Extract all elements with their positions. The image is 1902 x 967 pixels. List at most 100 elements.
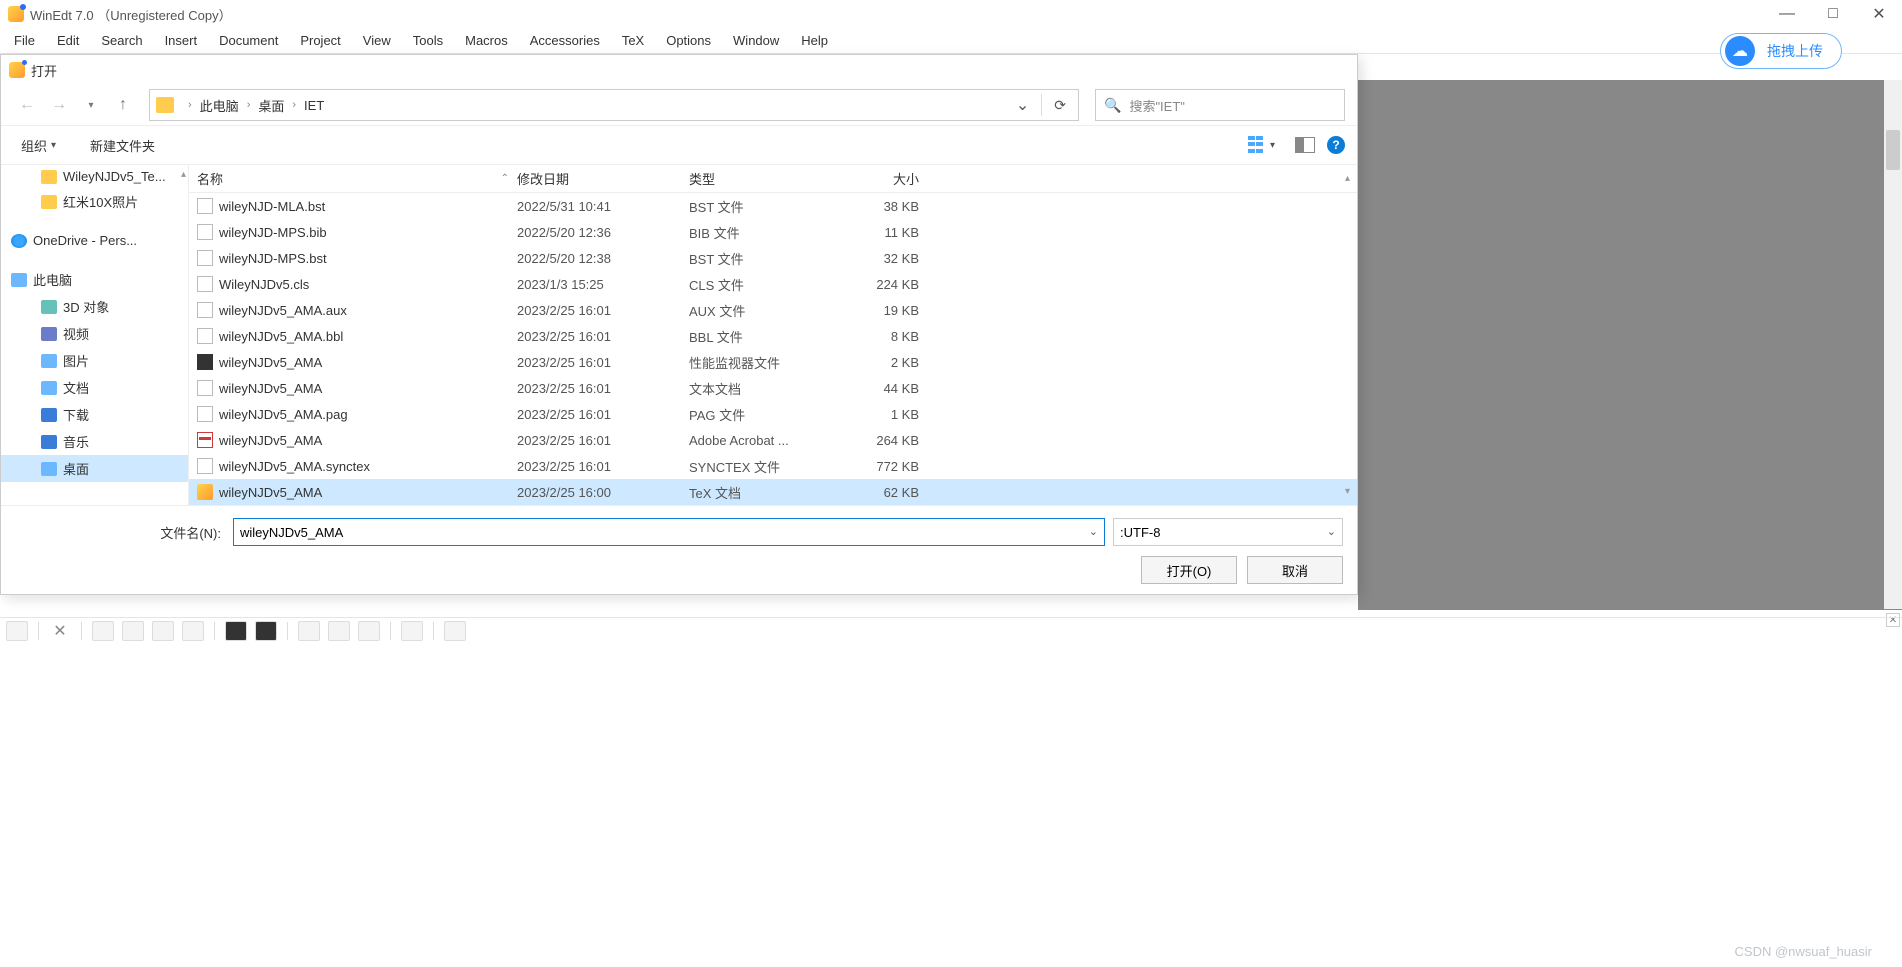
file-row[interactable]: wileyNJDv5_AMA2023/2/25 16:00TeX 文档62 KB <box>189 479 1357 505</box>
folder-icon <box>41 170 57 184</box>
file-row[interactable]: WileyNJDv5.cls2023/1/3 15:25CLS 文件224 KB <box>189 271 1357 297</box>
tool-icon[interactable] <box>358 621 380 641</box>
nav-history-dropdown[interactable]: ▾ <box>77 91 105 119</box>
pc-icon <box>11 273 27 287</box>
tree-item[interactable]: 3D 对象 <box>1 293 188 320</box>
col-type-header[interactable]: 类型 <box>689 169 839 188</box>
tree-item[interactable]: WileyNJDv5_Te... <box>1 165 188 188</box>
file-row[interactable]: wileyNJDv5_AMA.bbl2023/2/25 16:01BBL 文件8… <box>189 323 1357 349</box>
menu-view[interactable]: View <box>353 30 401 51</box>
file-row[interactable]: wileyNJD-MLA.bst2022/5/31 10:41BST 文件38 … <box>189 193 1357 219</box>
nav-forward-button[interactable]: → <box>45 91 73 119</box>
crumb-desktop[interactable]: 桌面 <box>256 96 286 115</box>
tool-icon[interactable] <box>122 621 144 641</box>
address-dropdown-icon[interactable]: ⌄ <box>1010 95 1035 115</box>
scroll-up-icon[interactable]: ▴ <box>1345 173 1350 184</box>
menu-project[interactable]: Project <box>290 30 350 51</box>
preview-pane-icon[interactable] <box>1295 137 1315 153</box>
view-list-icon <box>1248 136 1266 154</box>
open-button[interactable]: 打开(O) <box>1141 556 1237 584</box>
tree-item[interactable]: 音乐 <box>1 428 188 455</box>
tool-icon[interactable] <box>444 621 466 641</box>
minimize-button[interactable]: — <box>1764 0 1810 28</box>
organize-label: 组织 <box>21 136 47 155</box>
tree-item[interactable]: 视频 <box>1 320 188 347</box>
file-row[interactable]: wileyNJDv5_AMA2023/2/25 16:01Adobe Acrob… <box>189 427 1357 453</box>
tool-icon[interactable] <box>152 621 174 641</box>
col-date-header[interactable]: 修改日期 <box>517 169 689 188</box>
new-folder-button[interactable]: 新建文件夹 <box>82 132 163 159</box>
file-size: 38 KB <box>839 199 919 214</box>
tool-icon[interactable] <box>92 621 114 641</box>
menu-document[interactable]: Document <box>209 30 288 51</box>
file-list[interactable]: wileyNJD-MLA.bst2022/5/31 10:41BST 文件38 … <box>189 193 1357 505</box>
file-row[interactable]: wileyNJDv5_AMA.aux2023/2/25 16:01AUX 文件1… <box>189 297 1357 323</box>
view-mode-button[interactable]: ▾ <box>1240 132 1283 158</box>
file-row[interactable]: wileyNJDv5_AMA2023/2/25 16:01文本文档44 KB <box>189 375 1357 401</box>
search-icon: 🔍 <box>1104 97 1121 114</box>
col-size-header[interactable]: 大小 <box>839 169 919 188</box>
video-icon <box>41 327 57 341</box>
file-row[interactable]: wileyNJDv5_AMA.synctex2023/2/25 16:01SYN… <box>189 453 1357 479</box>
menu-accessories[interactable]: Accessories <box>520 30 610 51</box>
file-icon <box>197 432 213 448</box>
cancel-button[interactable]: 取消 <box>1247 556 1343 584</box>
tree-item[interactable]: OneDrive - Pers... <box>1 229 188 252</box>
tree-item[interactable]: 红米10X照片 <box>1 188 188 215</box>
upload-pill-label: 拖拽上传 <box>1767 41 1823 61</box>
refresh-button[interactable]: ⟳ <box>1048 97 1072 114</box>
file-date: 2023/2/25 16:00 <box>517 485 689 500</box>
tool-icon[interactable] <box>255 621 277 641</box>
file-row[interactable]: wileyNJD-MPS.bst2022/5/20 12:38BST 文件32 … <box>189 245 1357 271</box>
tool-icon[interactable]: ✕ <box>49 621 71 641</box>
filename-dropdown-icon[interactable]: ⌄ <box>1089 525 1098 538</box>
address-bar[interactable]: › 此电脑 › 桌面 › IET ⌄ ⟳ <box>149 89 1079 121</box>
file-list-scrollbar[interactable]: ▴ ▾ <box>1345 169 1355 501</box>
col-name-header[interactable]: 名称 ⌃ <box>197 169 517 188</box>
close-button[interactable]: ✕ <box>1856 0 1902 28</box>
upload-pill[interactable]: ☁ 拖拽上传 <box>1720 33 1842 69</box>
organize-button[interactable]: 组织 ▾ <box>13 132 64 159</box>
menu-tools[interactable]: Tools <box>403 30 453 51</box>
nav-up-button[interactable]: ↑ <box>109 91 137 119</box>
crumb-folder[interactable]: IET <box>302 98 326 113</box>
tree-item[interactable]: 图片 <box>1 347 188 374</box>
menu-file[interactable]: File <box>4 30 45 51</box>
scroll-thumb[interactable] <box>1886 130 1900 170</box>
maximize-button[interactable]: □ <box>1810 0 1856 28</box>
menu-insert[interactable]: Insert <box>155 30 208 51</box>
tool-icon[interactable] <box>225 621 247 641</box>
encoding-dropdown-icon[interactable]: ⌄ <box>1327 525 1336 538</box>
help-icon[interactable]: ? <box>1327 136 1345 154</box>
encoding-select[interactable]: :UTF-8 ⌄ <box>1113 518 1343 546</box>
menu-search[interactable]: Search <box>91 30 152 51</box>
tree-item[interactable]: 桌面 <box>1 455 188 482</box>
tool-icon[interactable] <box>6 621 28 641</box>
search-input[interactable]: 🔍 搜索"IET" <box>1095 89 1345 121</box>
file-row[interactable]: wileyNJD-MPS.bib2022/5/20 12:36BIB 文件11 … <box>189 219 1357 245</box>
file-row[interactable]: wileyNJDv5_AMA.pag2023/2/25 16:01PAG 文件1… <box>189 401 1357 427</box>
scroll-down-icon[interactable]: ▾ <box>1345 486 1350 497</box>
tool-icon[interactable] <box>298 621 320 641</box>
menu-edit[interactable]: Edit <box>47 30 89 51</box>
menu-window[interactable]: Window <box>723 30 789 51</box>
tree-item[interactable]: 文档 <box>1 374 188 401</box>
menu-options[interactable]: Options <box>656 30 721 51</box>
tool-icon[interactable] <box>182 621 204 641</box>
nav-tree[interactable]: ▴ WileyNJDv5_Te...红米10X照片 OneDrive - Pers… <box>1 165 189 505</box>
nav-back-button[interactable]: ← <box>13 91 41 119</box>
tool-icon[interactable] <box>328 621 350 641</box>
app-title: WinEdt 7.0 （Unregistered Copy） <box>30 5 232 24</box>
editor-scrollbar[interactable] <box>1884 80 1902 609</box>
tool-icon[interactable] <box>401 621 423 641</box>
menu-macros[interactable]: Macros <box>455 30 518 51</box>
file-row[interactable]: wileyNJDv5_AMA2023/2/25 16:01性能监视器文件2 KB <box>189 349 1357 375</box>
menu-tex[interactable]: TeX <box>612 30 654 51</box>
menu-help[interactable]: Help <box>791 30 838 51</box>
tree-item[interactable]: 下载 <box>1 401 188 428</box>
tree-item[interactable]: 此电脑 <box>1 266 188 293</box>
file-size: 32 KB <box>839 251 919 266</box>
scroll-up-icon[interactable]: ▴ <box>181 169 186 180</box>
crumb-pc[interactable]: 此电脑 <box>198 96 241 115</box>
filename-input[interactable]: wileyNJDv5_AMA ⌄ <box>233 518 1105 546</box>
